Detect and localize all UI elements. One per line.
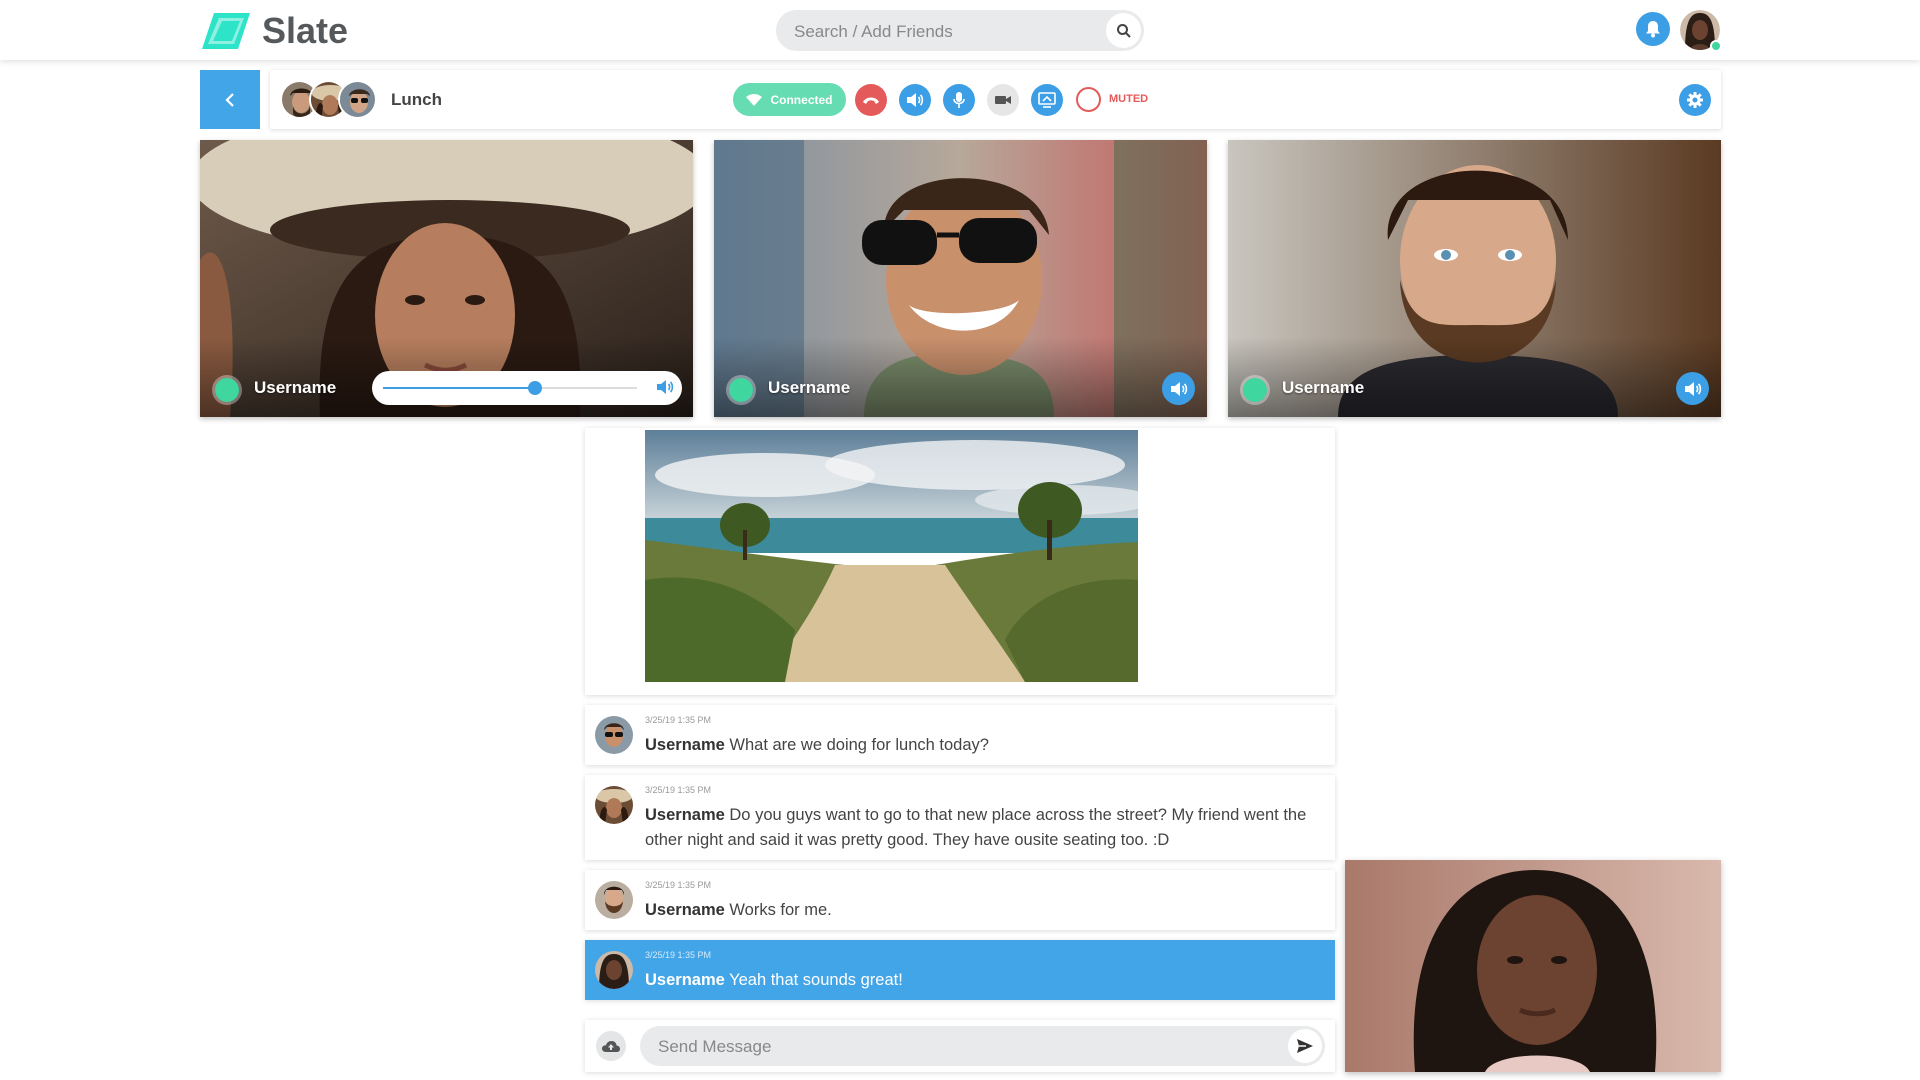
message-avatar[interactable] bbox=[595, 716, 633, 754]
connection-status-badge: Connected bbox=[733, 83, 846, 116]
participant-status-dot bbox=[1240, 375, 1270, 405]
screen-share-icon bbox=[1038, 92, 1056, 108]
chat-message[interactable]: 3/25/19 1:35 PM Username Do you guys wan… bbox=[585, 775, 1335, 860]
message-avatar[interactable] bbox=[595, 951, 633, 989]
back-button[interactable] bbox=[200, 70, 260, 129]
message-timestamp: 3/25/19 1:35 PM bbox=[645, 950, 712, 960]
screen-share-button[interactable] bbox=[1031, 84, 1063, 116]
message-text: Yeah that sounds great! bbox=[729, 971, 903, 989]
upload-button[interactable] bbox=[596, 1031, 626, 1061]
cloud-upload-icon bbox=[602, 1040, 620, 1052]
group-name: Lunch bbox=[391, 90, 442, 109]
own-chat-message[interactable]: 3/25/19 1:35 PM Username Yeah that sound… bbox=[585, 940, 1335, 1000]
group-avatars[interactable] bbox=[280, 80, 377, 119]
tile-shade bbox=[714, 337, 1207, 417]
camera-icon bbox=[995, 96, 1011, 104]
message-body: Username Works for me. bbox=[645, 898, 1323, 923]
group-member-avatar bbox=[338, 80, 377, 119]
message-avatar[interactable] bbox=[595, 881, 633, 919]
message-text: What are we doing for lunch today? bbox=[729, 736, 989, 754]
microphone-icon bbox=[953, 92, 965, 108]
app-logo[interactable]: Slate bbox=[200, 10, 348, 52]
bell-icon bbox=[1646, 21, 1660, 38]
send-icon bbox=[1297, 1039, 1313, 1053]
search-input[interactable]: Search / Add Friends bbox=[776, 10, 1144, 51]
participant-status-dot bbox=[212, 375, 242, 405]
message-timestamp: 3/25/19 1:35 PM bbox=[645, 715, 712, 725]
shared-image[interactable] bbox=[645, 430, 1138, 682]
message-text: Works for me. bbox=[729, 901, 832, 919]
participant-username: Username bbox=[768, 378, 851, 397]
gear-icon bbox=[1687, 92, 1703, 108]
volume-slider[interactable] bbox=[372, 371, 682, 405]
volume-handle[interactable] bbox=[528, 381, 543, 395]
speaker-icon bbox=[1170, 381, 1187, 396]
participant-username: Username bbox=[254, 378, 337, 397]
message-timestamp: 3/25/19 1:35 PM bbox=[645, 785, 712, 795]
send-button[interactable] bbox=[1288, 1029, 1322, 1063]
volume-fill bbox=[383, 387, 536, 389]
self-video-preview[interactable] bbox=[1345, 860, 1721, 1072]
message-body: Username What are we doing for lunch tod… bbox=[645, 733, 1323, 758]
chevron-left-icon bbox=[225, 92, 234, 107]
top-nav: Slate Search / Add Friends bbox=[0, 0, 1920, 60]
message-body: Username Do you guys want to go to that … bbox=[645, 803, 1323, 853]
self-video bbox=[1345, 860, 1721, 1072]
speaker-icon[interactable] bbox=[656, 379, 674, 395]
message-body: Username Yeah that sounds great! bbox=[645, 968, 1323, 993]
message-text: Do you guys want to go to that new place… bbox=[645, 806, 1307, 849]
record-button[interactable] bbox=[1076, 87, 1101, 112]
notifications-button[interactable] bbox=[1636, 12, 1670, 46]
muted-status-label: MUTED bbox=[1109, 93, 1149, 105]
tile-shade bbox=[1228, 337, 1721, 417]
message-composer: Send Message bbox=[585, 1020, 1335, 1072]
message-username: Username bbox=[645, 806, 725, 824]
slate-logo-icon bbox=[202, 13, 250, 49]
message-input[interactable]: Send Message bbox=[640, 1026, 1325, 1066]
chat-message[interactable]: 3/25/19 1:35 PM Username What are we doi… bbox=[585, 705, 1335, 765]
camera-button[interactable] bbox=[987, 84, 1019, 116]
online-status-dot bbox=[1710, 40, 1722, 52]
speaker-icon bbox=[907, 93, 924, 107]
message-username: Username bbox=[645, 901, 725, 919]
signal-icon bbox=[746, 93, 763, 106]
message-username: Username bbox=[645, 736, 725, 754]
hang-up-button[interactable] bbox=[855, 84, 887, 116]
speaker-icon bbox=[1684, 381, 1701, 396]
microphone-button[interactable] bbox=[943, 84, 975, 116]
speaker-button[interactable] bbox=[899, 84, 931, 116]
user-avatar[interactable] bbox=[1680, 10, 1722, 52]
connection-status-label: Connected bbox=[770, 92, 833, 107]
message-input-placeholder: Send Message bbox=[658, 1037, 772, 1056]
chat-message[interactable]: 3/25/19 1:35 PM Username Works for me. bbox=[585, 870, 1335, 930]
settings-button[interactable] bbox=[1679, 84, 1711, 116]
call-bar: Lunch Connected MUTED bbox=[270, 70, 1721, 129]
hang-up-icon bbox=[863, 97, 879, 104]
participant-username: Username bbox=[1282, 378, 1365, 397]
volume-button[interactable] bbox=[1676, 372, 1709, 405]
volume-track[interactable] bbox=[383, 381, 637, 395]
volume-button[interactable] bbox=[1162, 372, 1195, 405]
message-timestamp: 3/25/19 1:35 PM bbox=[645, 880, 712, 890]
message-username: Username bbox=[645, 971, 725, 989]
video-tile[interactable]: Username bbox=[200, 140, 693, 417]
shared-image-message[interactable] bbox=[585, 428, 1335, 695]
search-icon bbox=[1116, 23, 1131, 38]
search-placeholder: Search / Add Friends bbox=[794, 22, 953, 41]
video-tile[interactable]: Username bbox=[714, 140, 1207, 417]
message-avatar[interactable] bbox=[595, 786, 633, 824]
search-button[interactable] bbox=[1106, 13, 1141, 48]
participant-status-dot bbox=[726, 375, 756, 405]
app-name: Slate bbox=[262, 10, 349, 51]
video-tile[interactable]: Username bbox=[1228, 140, 1721, 417]
